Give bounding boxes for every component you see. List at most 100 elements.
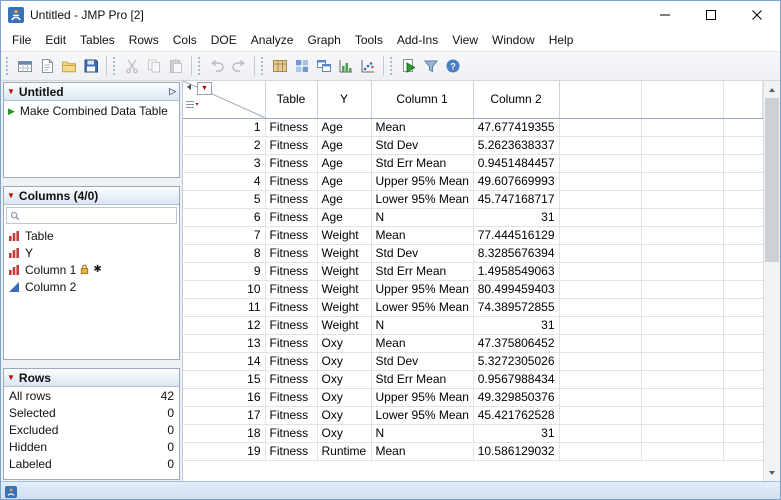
cell[interactable]: Fitness xyxy=(265,280,318,299)
cell[interactable]: Mean xyxy=(371,334,474,353)
help-icon[interactable]: ? xyxy=(442,55,464,77)
menu-file[interactable]: File xyxy=(5,31,38,49)
row-number[interactable]: 17 xyxy=(183,406,266,425)
row-number[interactable]: 12 xyxy=(183,316,266,335)
cell[interactable]: Fitness xyxy=(265,352,318,371)
tile-windows-icon[interactable] xyxy=(313,55,335,77)
minimize-button[interactable] xyxy=(642,1,688,29)
row-number[interactable]: 13 xyxy=(183,334,266,353)
cell[interactable]: 5.2623638337 xyxy=(473,136,560,155)
scrollbar-thumb[interactable] xyxy=(765,98,779,262)
cell[interactable]: Fitness xyxy=(265,190,318,209)
cell[interactable]: 31 xyxy=(473,208,560,227)
cell[interactable]: Std Dev xyxy=(371,244,474,263)
cell[interactable]: Lower 95% Mean xyxy=(371,190,474,209)
cell[interactable]: Fitness xyxy=(265,424,318,443)
copy-icon[interactable] xyxy=(143,55,165,77)
row-number[interactable]: 6 xyxy=(183,208,266,227)
cell[interactable]: Age xyxy=(317,172,372,191)
cell[interactable]: 31 xyxy=(473,424,560,443)
cell[interactable]: Age xyxy=(317,208,372,227)
cell[interactable]: Fitness xyxy=(265,172,318,191)
cell[interactable]: Fitness xyxy=(265,442,318,461)
cell[interactable]: Oxy xyxy=(317,352,372,371)
row-number[interactable]: 18 xyxy=(183,424,266,443)
menu-cols[interactable]: Cols xyxy=(166,31,204,49)
rows-menu-icon[interactable] xyxy=(185,99,200,111)
cell[interactable]: Fitness xyxy=(265,154,318,173)
vertical-scrollbar[interactable] xyxy=(763,81,780,481)
paste-icon[interactable] xyxy=(165,55,187,77)
cell[interactable]: 45.747168717 xyxy=(473,190,560,209)
panel-collapse-icon[interactable]: ▷ xyxy=(169,87,176,96)
cell[interactable]: Lower 95% Mean xyxy=(371,298,474,317)
rows-stat-labeled[interactable]: Labeled 0 xyxy=(4,455,179,472)
cell[interactable]: Oxy xyxy=(317,370,372,389)
menu-rows[interactable]: Rows xyxy=(122,31,166,49)
scroll-up-icon[interactable] xyxy=(764,81,780,98)
cell[interactable]: Weight xyxy=(317,226,372,245)
row-number[interactable]: 14 xyxy=(183,352,266,371)
cell[interactable]: Fitness xyxy=(265,262,318,281)
row-number[interactable]: 11 xyxy=(183,298,266,317)
cell[interactable]: Oxy xyxy=(317,388,372,407)
cell[interactable]: Upper 95% Mean xyxy=(371,280,474,299)
cell[interactable]: Weight xyxy=(317,316,372,335)
cell[interactable]: 80.499459403 xyxy=(473,280,560,299)
maximize-button[interactable] xyxy=(688,1,734,29)
cell[interactable]: Age xyxy=(317,136,372,155)
menu-doe[interactable]: DOE xyxy=(204,31,244,49)
cell[interactable]: Mean xyxy=(371,118,474,137)
cell[interactable]: 74.389572855 xyxy=(473,298,560,317)
menu-window[interactable]: Window xyxy=(485,31,542,49)
close-button[interactable] xyxy=(734,1,780,29)
cell[interactable]: Fitness xyxy=(265,406,318,425)
cell[interactable]: Weight xyxy=(317,280,372,299)
row-number[interactable]: 8 xyxy=(183,244,266,263)
cell[interactable]: Std Err Mean xyxy=(371,154,474,173)
menu-view[interactable]: View xyxy=(445,31,485,49)
cell[interactable]: Upper 95% Mean xyxy=(371,388,474,407)
open-icon[interactable] xyxy=(58,55,80,77)
row-number[interactable]: 1 xyxy=(183,118,266,137)
cell[interactable]: Oxy xyxy=(317,334,372,353)
row-number[interactable]: 10 xyxy=(183,280,266,299)
cell[interactable]: Age xyxy=(317,118,372,137)
row-number[interactable]: 2 xyxy=(183,136,266,155)
cell[interactable]: 47.375806452 xyxy=(473,334,560,353)
cell[interactable]: Oxy xyxy=(317,406,372,425)
column-item-column-1[interactable]: Column 1 ✱ xyxy=(4,261,179,278)
cell[interactable]: 5.3272305026 xyxy=(473,352,560,371)
cell[interactable]: Std Dev xyxy=(371,352,474,371)
cell[interactable]: 0.9451484457 xyxy=(473,154,560,173)
columns-search-input[interactable] xyxy=(23,208,173,223)
row-number[interactable]: 7 xyxy=(183,226,266,245)
cell[interactable]: Fitness xyxy=(265,136,318,155)
layout-grid-icon[interactable] xyxy=(291,55,313,77)
cell[interactable]: Weight xyxy=(317,244,372,263)
cell[interactable]: Mean xyxy=(371,442,474,461)
cell[interactable]: Std Dev xyxy=(371,136,474,155)
scroll-down-icon[interactable] xyxy=(764,464,780,481)
row-number[interactable]: 5 xyxy=(183,190,266,209)
row-number[interactable]: 19 xyxy=(183,442,266,461)
red-triangle-menu-icon[interactable]: ▼ xyxy=(7,87,15,96)
row-number[interactable]: 3 xyxy=(183,154,266,173)
cell[interactable]: Fitness xyxy=(265,226,318,245)
column-item-y[interactable]: Y xyxy=(4,244,179,261)
column-header-y[interactable]: Y xyxy=(317,81,372,119)
cell[interactable]: Runtime xyxy=(317,442,372,461)
cell[interactable]: Fitness xyxy=(265,370,318,389)
rows-stat-excluded[interactable]: Excluded 0 xyxy=(4,421,179,438)
save-icon[interactable] xyxy=(80,55,102,77)
cell[interactable]: N xyxy=(371,316,474,335)
rows-stat-selected[interactable]: Selected 0 xyxy=(4,404,179,421)
cell[interactable]: Fitness xyxy=(265,244,318,263)
column-header-column-2[interactable]: Column 2 xyxy=(473,81,560,119)
cell[interactable]: 49.607669993 xyxy=(473,172,560,191)
summary-table-icon[interactable] xyxy=(269,55,291,77)
cell[interactable]: 10.586129032 xyxy=(473,442,560,461)
cell[interactable]: Oxy xyxy=(317,424,372,443)
cell[interactable]: Fitness xyxy=(265,334,318,353)
cell[interactable]: N xyxy=(371,208,474,227)
